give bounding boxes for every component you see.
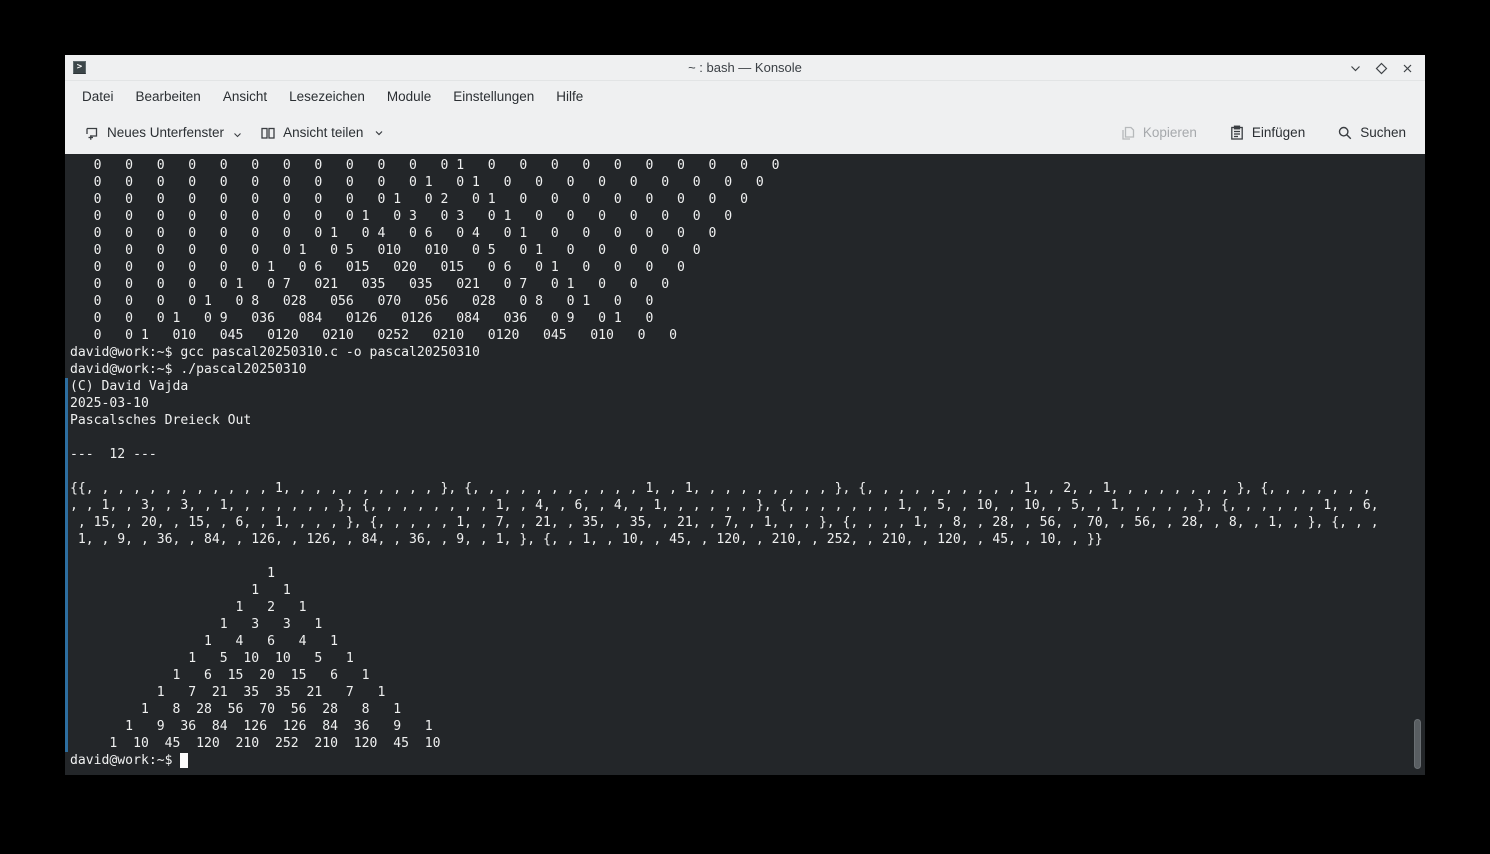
konsole-window: > ~ : bash — Konsole Datei Bearbeiten An… — [65, 55, 1425, 775]
paste-icon — [1229, 125, 1245, 141]
menu-ansicht[interactable]: Ansicht — [212, 85, 278, 108]
paste-button[interactable]: Einfügen — [1220, 119, 1314, 147]
chevron-down-icon — [1348, 61, 1363, 76]
search-icon — [1337, 125, 1353, 141]
menubar: Datei Bearbeiten Ansicht Lesezeichen Mod… — [65, 81, 1425, 111]
maximize-button[interactable] — [1374, 61, 1389, 76]
scrollbar-thumb[interactable] — [1414, 719, 1421, 769]
search-button[interactable]: Suchen — [1328, 119, 1415, 147]
terminal-viewport[interactable]: 0 0 0 0 0 0 0 0 0 0 0 0 1 0 0 0 0 0 0 0 … — [65, 154, 1425, 775]
copy-icon — [1120, 125, 1136, 141]
titlebar[interactable]: > ~ : bash — Konsole — [65, 55, 1425, 81]
copy-label: Kopieren — [1143, 125, 1197, 140]
menu-einstellungen[interactable]: Einstellungen — [442, 85, 545, 108]
minimize-button[interactable] — [1348, 61, 1363, 76]
menu-hilfe[interactable]: Hilfe — [545, 85, 594, 108]
menu-lesezeichen[interactable]: Lesezeichen — [278, 85, 376, 108]
close-button[interactable] — [1400, 61, 1415, 76]
split-view-icon — [260, 125, 276, 141]
new-tab-icon — [84, 125, 100, 141]
new-tab-label: Neues Unterfenster — [107, 125, 224, 140]
chevron-down-icon — [233, 132, 242, 139]
diamond-icon — [1374, 61, 1389, 76]
toolbar: Neues Unterfenster Ansicht teilen Kopier… — [65, 111, 1425, 154]
menu-bearbeiten[interactable]: Bearbeiten — [125, 85, 212, 108]
toolbar-right: Kopieren Einfügen Suchen — [1097, 119, 1415, 147]
search-label: Suchen — [1360, 125, 1406, 140]
chevron-down-icon — [374, 129, 384, 137]
paste-label: Einfügen — [1252, 125, 1305, 140]
menu-module[interactable]: Module — [376, 85, 442, 108]
terminal-text: 0 0 0 0 0 0 0 0 0 0 0 0 1 0 0 0 0 0 0 0 … — [65, 154, 1425, 769]
close-icon — [1400, 61, 1415, 76]
toolbar-left: Neues Unterfenster Ansicht teilen — [75, 119, 393, 147]
new-tab-button[interactable]: Neues Unterfenster — [75, 119, 251, 147]
window-controls — [1348, 55, 1415, 81]
split-view-button[interactable]: Ansicht teilen — [251, 119, 393, 147]
terminal-cursor — [180, 753, 188, 768]
menu-datei[interactable]: Datei — [71, 85, 125, 108]
window-title: ~ : bash — Konsole — [65, 55, 1425, 81]
copy-button[interactable]: Kopieren — [1111, 119, 1206, 147]
split-view-label: Ansicht teilen — [283, 125, 363, 140]
new-output-indicator — [65, 378, 68, 752]
